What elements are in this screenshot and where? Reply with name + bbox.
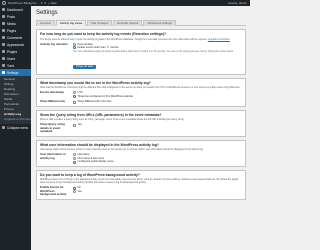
user-info-section: What user information should be displaye… bbox=[36, 139, 246, 167]
field-label: Show Query string details in event metad… bbox=[40, 122, 65, 134]
tab-general[interactable]: General bbox=[36, 20, 55, 26]
section-title: What timestamp you would like to see in … bbox=[40, 80, 151, 85]
field-label: Events timestamp bbox=[40, 90, 64, 95]
radio-display-name[interactable] bbox=[73, 160, 76, 164]
wordpress-logo-icon[interactable] bbox=[2, 1, 6, 5]
section-description: Note that the WordPress' timezone might … bbox=[40, 86, 241, 90]
settings-submenu: General Writing Reading Discussion Media… bbox=[0, 76, 31, 124]
brush-icon bbox=[2, 43, 5, 46]
upgrade-link[interactable]: Upgrade to Premium bbox=[208, 38, 230, 41]
user-icon bbox=[2, 57, 5, 60]
menu-item-comments[interactable]: Comments bbox=[0, 34, 31, 41]
radio-full-name[interactable] bbox=[73, 156, 76, 160]
background-activity-row: Enable Events for WordPress background a… bbox=[40, 186, 242, 196]
field-label: User information in activity log bbox=[40, 152, 66, 160]
field-label: Show Milliseconds bbox=[40, 99, 66, 104]
radio-keep-all[interactable] bbox=[73, 42, 76, 46]
tab-activity-log-views[interactable]: Activity log views bbox=[55, 20, 87, 26]
radio-delete-older[interactable] bbox=[73, 46, 76, 50]
menu-item-tools[interactable]: Tools bbox=[0, 62, 31, 69]
background-activity-section: Do you want to keep a log of WordPress b… bbox=[36, 169, 246, 200]
query-string-section: Show the Query string from URLs (URL par… bbox=[36, 109, 246, 137]
main-content: Settings General Activity log views File… bbox=[31, 6, 250, 250]
tab-advanced-settings[interactable]: Advanced settings bbox=[143, 20, 176, 26]
field-label: Enable Events for WordPress background a… bbox=[40, 185, 67, 197]
menu-item-plugins[interactable]: Plugins bbox=[0, 48, 31, 55]
checkbox-query-string[interactable] bbox=[73, 123, 76, 127]
menu-item-pages[interactable]: Pages bbox=[0, 27, 31, 34]
query-string-row: Show Query string details in event metad… bbox=[40, 123, 242, 133]
delete-older-option[interactable]: Delete events older than 6 months bbox=[73, 46, 242, 50]
settings-icon bbox=[2, 71, 5, 74]
menu-item-dashboard[interactable]: Dashboard bbox=[0, 6, 31, 13]
wp-timezone-option[interactable]: Timezone configured on this WordPress we… bbox=[73, 95, 242, 99]
section-title: Do you want to keep a log of WordPress b… bbox=[40, 172, 140, 177]
section-title: Show the Query string from URLs (URL par… bbox=[40, 112, 162, 117]
months-value[interactable]: 6 bbox=[107, 46, 108, 50]
page-icon bbox=[2, 29, 5, 32]
menu-item-posts[interactable]: Posts bbox=[0, 13, 31, 20]
tab-exclude-objects[interactable]: Exclude objects bbox=[113, 20, 143, 26]
user-info-row: User information in activity log Usernam… bbox=[40, 152, 242, 164]
section-description: The plugin uses an efficient way to stor… bbox=[40, 37, 230, 41]
field-label: Activity log retention bbox=[40, 41, 68, 46]
page-title: Settings bbox=[36, 10, 58, 16]
tab-file-changes[interactable]: File changes bbox=[87, 20, 113, 26]
months-unit: months bbox=[110, 46, 119, 50]
menu-item-media[interactable]: Media bbox=[0, 20, 31, 27]
background-yes-option[interactable]: Yes bbox=[73, 190, 242, 194]
settings-tabs: General Activity log views File changes … bbox=[36, 20, 246, 26]
section-title: What user information should be displaye… bbox=[40, 142, 160, 147]
purge-note: The next scheduled purging of activity l… bbox=[73, 50, 234, 53]
query-string-option[interactable]: Yes bbox=[73, 123, 242, 127]
plugin-icon bbox=[2, 50, 5, 53]
radio-wp-timezone[interactable] bbox=[73, 94, 76, 98]
submenu-upgrade-premium[interactable]: Upgrade to Premium bbox=[0, 117, 31, 122]
retention-section: For how long do you want to keep the act… bbox=[36, 29, 246, 75]
milliseconds-row: Show Milliseconds Show Milliseconds in l… bbox=[40, 100, 242, 104]
section-description: Usernames might not be the best choice t… bbox=[40, 148, 204, 152]
menu-item-collapse[interactable]: Collapse menu bbox=[0, 124, 31, 131]
menu-item-settings[interactable]: Settings bbox=[0, 69, 31, 76]
section-title: For how long do you want to keep the act… bbox=[40, 32, 167, 36]
menu-item-users[interactable]: Users bbox=[0, 55, 31, 62]
admin-sidebar: Dashboard Posts Media Pages Comments App… bbox=[0, 6, 31, 250]
section-description: When a URL contains a query string such … bbox=[40, 118, 185, 122]
milliseconds-option[interactable]: Show Milliseconds in list view bbox=[73, 100, 242, 104]
comment-icon bbox=[2, 36, 5, 39]
radio-background-yes[interactable] bbox=[73, 190, 76, 194]
pin-icon bbox=[2, 15, 5, 18]
purge-button[interactable]: Purge old data bbox=[73, 64, 96, 70]
section-description: WordPress does a lot of things in the ba… bbox=[40, 178, 239, 185]
collapse-icon bbox=[2, 126, 5, 129]
timestamp-section: What timestamp you would like to see in … bbox=[36, 77, 246, 107]
media-icon bbox=[2, 22, 5, 25]
dashboard-icon bbox=[2, 8, 5, 11]
radio-background-no[interactable] bbox=[73, 186, 76, 190]
menu-item-appearance[interactable]: Appearance bbox=[0, 41, 31, 48]
wrench-icon bbox=[2, 64, 5, 67]
checkbox-milliseconds[interactable] bbox=[73, 100, 76, 104]
display-name-option[interactable]: Configured public display name bbox=[73, 160, 242, 164]
timestamp-row: Events timestamp UTC Timezone configured… bbox=[40, 90, 242, 99]
retention-row: Activity log retention Keep all data Del… bbox=[40, 41, 242, 72]
